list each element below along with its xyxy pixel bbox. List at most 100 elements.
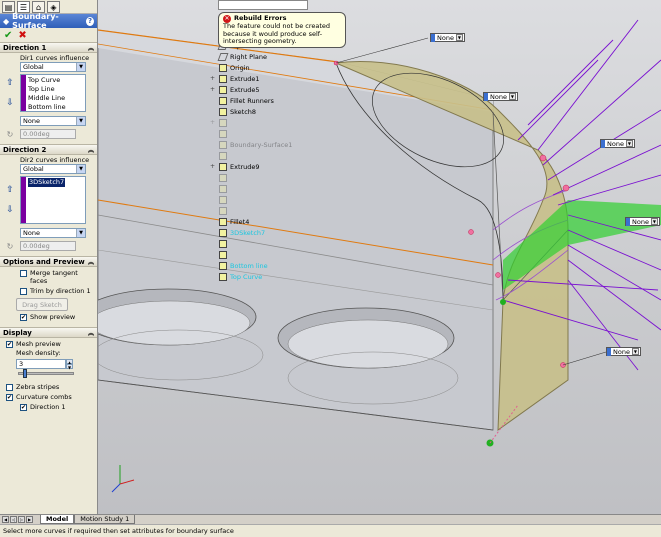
first-tab-icon[interactable]: ◀ (2, 516, 9, 523)
feature-tree-item[interactable] (210, 205, 300, 216)
prev-tab-icon[interactable]: ◁ (10, 516, 17, 523)
options-title: Options and Preview (3, 257, 85, 266)
callout-tangency-1[interactable]: None ▼ (430, 33, 465, 42)
list-item[interactable]: Top Curve (28, 76, 66, 85)
feature-tree-item[interactable]: 3DSketch7 (210, 227, 300, 238)
ok-button[interactable]: ✔ (4, 30, 12, 41)
feature-tree-item[interactable] (210, 249, 300, 260)
graphics-viewport[interactable]: ✕ Rebuild Errors The feature could not b… (98, 0, 661, 514)
move-up-icon[interactable]: ⇧ (6, 185, 14, 195)
expand-icon[interactable]: + (210, 119, 216, 126)
feature-tree-item[interactable] (210, 194, 300, 205)
dir2-tangency-select[interactable]: None ▼ (20, 228, 86, 238)
curvature-combs-checkbox[interactable]: ✔ Curvature combs (0, 391, 97, 401)
check-icon: ✔ (6, 394, 13, 401)
bottom-tab-bar: ◀ ◁ ▷ ▶ Model Motion Study 1 (0, 514, 661, 524)
dir2-angle-field[interactable]: 0.00deg (20, 241, 76, 251)
feature-icon (219, 228, 227, 237)
feature-tree-item[interactable]: Boundary-Surface1 (210, 139, 300, 150)
direction2-header[interactable]: Direction 2 ︽ (0, 144, 97, 155)
chevron-down-icon: ▼ (76, 117, 85, 125)
drag-sketch-button[interactable]: Drag Sketch (16, 298, 68, 311)
dir2-influence-select[interactable]: Global ▼ (20, 164, 86, 174)
dir2-curves: ⇧ ⇩ 3DSketch7 (0, 176, 97, 224)
callout-tangency-3[interactable]: None ▼ (600, 139, 635, 148)
mesh-density-stepper[interactable]: 3 ▲ ▼ (16, 359, 97, 370)
feature-tree-item[interactable]: Origin (210, 62, 300, 73)
feature-tree-item[interactable] (210, 128, 300, 139)
feature-icon (219, 85, 227, 94)
feature-tree-item[interactable]: + Extrude9 (210, 161, 300, 172)
callout-tangency-2[interactable]: None ▼ (483, 92, 518, 101)
next-tab-icon[interactable]: ▷ (18, 516, 25, 523)
move-down-icon[interactable]: ⇩ (6, 205, 14, 215)
slider-thumb[interactable] (23, 369, 27, 378)
feature-tree: Top PlaneRight PlaneOrigin+Extrude1+Extr… (210, 40, 300, 282)
direction1-title: Direction 1 (3, 43, 47, 52)
mesh-density-slider[interactable] (18, 369, 74, 378)
feature-icon (219, 195, 227, 204)
dir1-tangency-select[interactable]: None ▼ (20, 116, 86, 126)
callout-tangency-5[interactable]: None ▼ (606, 347, 641, 356)
feature-tree-item[interactable]: + Extrude1 (210, 73, 300, 84)
rebuild-error-tooltip: ✕ Rebuild Errors The feature could not b… (218, 12, 346, 48)
collapse-icon: ︽ (87, 147, 94, 154)
dir2-angle: ↻ 0.00deg (0, 241, 97, 251)
dir2-curves-list[interactable]: 3DSketch7 (20, 176, 86, 224)
collapse-icon: ︽ (87, 45, 94, 52)
options-header[interactable]: Options and Preview ︽ (0, 256, 97, 267)
spin-down-icon[interactable]: ▼ (66, 364, 73, 370)
display-title: Display (3, 328, 32, 337)
feature-tree-item[interactable] (210, 150, 300, 161)
comb-direction1-checkbox[interactable]: ✔ Direction 1 (0, 401, 97, 411)
feature-tree-item[interactable]: + Extrude5 (210, 84, 300, 95)
expand-icon[interactable]: + (210, 86, 216, 93)
feature-tree-item[interactable]: Sketch8 (210, 106, 300, 117)
feature-tree-item[interactable]: Top Curve (210, 271, 300, 282)
display-header[interactable]: Display ︽ (0, 327, 97, 338)
check-icon: ✔ (20, 404, 27, 411)
last-tab-icon[interactable]: ▶ (26, 516, 33, 523)
chevron-down-icon: ▼ (625, 140, 633, 147)
plane-icon (217, 52, 229, 61)
feature-tree-item[interactable] (210, 183, 300, 194)
dir1-angle-field[interactable]: 0.00deg (20, 129, 76, 139)
move-down-icon[interactable]: ⇩ (6, 98, 14, 108)
feature-icon (219, 173, 227, 182)
feature-tree-item[interactable]: Fillet4 (210, 216, 300, 227)
feature-tree-item[interactable]: + (210, 117, 300, 128)
expand-icon[interactable]: + (210, 163, 216, 170)
list-item[interactable]: 3DSketch7 (28, 178, 66, 187)
expand-icon[interactable]: + (210, 75, 216, 82)
callout-tangency-4[interactable]: None ▼ (625, 217, 660, 226)
list-item[interactable]: Bottom line (28, 103, 66, 112)
cancel-button[interactable]: ✖ (18, 30, 26, 41)
feature-tree-item[interactable]: Right Plane (210, 51, 300, 62)
feature-icon (219, 206, 227, 215)
feature-tree-item[interactable] (210, 238, 300, 249)
tab-motion-study[interactable]: Motion Study 1 (74, 515, 136, 524)
list-item[interactable]: Middle Line (28, 94, 66, 103)
list-item[interactable]: Top Line (28, 85, 66, 94)
direction1-header[interactable]: Direction 1 ︽ (0, 42, 97, 53)
move-up-icon[interactable]: ⇧ (6, 78, 14, 88)
feature-icon (219, 239, 227, 248)
dir1-influence-select[interactable]: Global ▼ (20, 62, 86, 72)
tab-model[interactable]: Model (40, 515, 75, 524)
check-icon: ✔ (6, 341, 13, 348)
feature-tree-item[interactable]: Fillet Runners (210, 95, 300, 106)
dir1-curves-list[interactable]: Top Curve Top Line Middle Line Bottom li… (20, 74, 86, 112)
check-icon: ✔ (20, 314, 27, 321)
feature-tree-item[interactable]: Bottom line (210, 260, 300, 271)
dir2-influence-label: Dir2 curves influence (20, 156, 90, 164)
feature-tree-item[interactable] (210, 172, 300, 183)
feature-tree-label: Fillet Runners (230, 96, 274, 105)
merge-tangent-checkbox[interactable]: Merge tangent faces (0, 267, 97, 285)
mesh-preview-checkbox[interactable]: ✔ Mesh preview (0, 338, 97, 348)
show-preview-checkbox[interactable]: ✔ Show preview (0, 311, 97, 321)
tab-nav: ◀ ◁ ▷ ▶ (0, 515, 40, 524)
zebra-stripes-checkbox[interactable]: Zebra stripes (0, 381, 97, 391)
feature-tree-label: 3DSketch7 (230, 228, 266, 237)
help-icon[interactable]: ? (86, 16, 94, 26)
trim-by-direction-checkbox[interactable]: Trim by direction 1 (0, 285, 97, 295)
